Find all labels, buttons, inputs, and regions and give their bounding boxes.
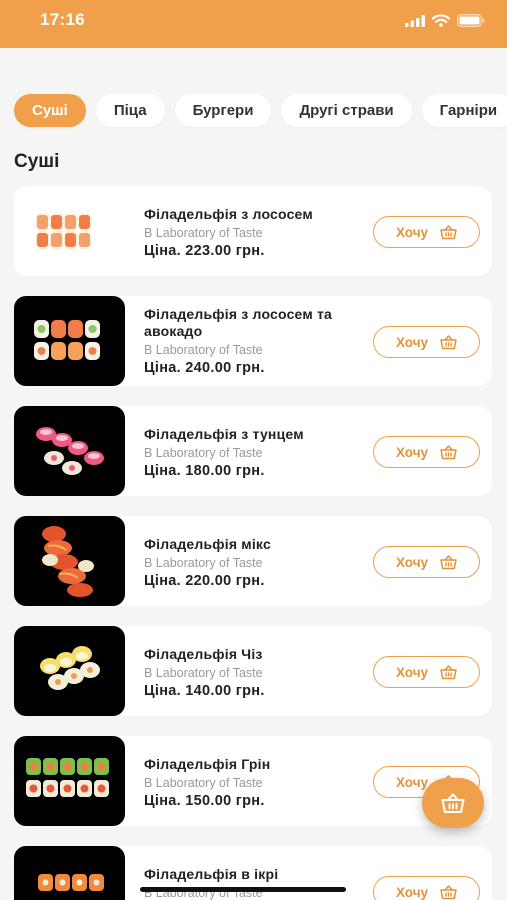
product-info: Філадельфія з тунцем B Laboratory of Tas… [144,426,374,479]
product-vendor: B Laboratory of Taste [144,556,263,570]
battery-icon [457,14,485,27]
product-info: Філадельфія Грін B Laboratory of Taste Ц… [144,756,374,809]
basket-icon [440,664,457,679]
tab-pizza[interactable]: Піца [95,94,165,127]
product-name: Філадельфія в ікрі [144,866,279,882]
tab-sushi[interactable]: Суші [14,94,86,127]
product-price: Ціна. 220.00 грн. [144,573,265,589]
tab-burgers[interactable]: Бургери [174,94,272,127]
product-price: Ціна. 223.00 грн. [144,243,265,259]
wifi-icon [432,14,450,27]
want-button[interactable]: Хочу [373,656,480,688]
product-price: Ціна. 150.00 грн. [144,793,265,809]
product-vendor: B Laboratory of Taste [144,666,263,680]
product-image [14,626,125,716]
product-name: Філадельфія мікс [144,536,271,552]
product-image [14,406,125,496]
product-card[interactable]: Філадельфія з тунцем B Laboratory of Tas… [14,406,492,496]
product-name: Філадельфія Чіз [144,646,263,662]
tab-main-dishes[interactable]: Другі страви [281,94,412,127]
want-button-label: Хочу [395,444,429,460]
section-title: Суші [14,151,60,172]
product-info: Філадельфія з лососем та авокадо B Labor… [144,306,374,376]
status-icons [405,14,485,27]
basket-icon [440,444,457,459]
product-vendor: B Laboratory of Taste [144,343,263,357]
product-name: Філадельфія Грін [144,756,271,772]
want-button-label: Хочу [395,334,429,350]
product-card[interactable]: Філадельфія з лососем B Laboratory of Ta… [14,186,492,276]
want-button-label: Хочу [395,224,429,240]
category-tabs: Суші Піца Бургери Другі страви Гарніри [14,94,507,127]
product-price: Ціна. 240.00 грн. [144,360,265,376]
product-price: Ціна. 140.00 грн. [144,683,265,699]
want-button[interactable]: Хочу [373,216,480,248]
product-image [14,296,125,386]
want-button-label: Хочу [395,774,429,790]
product-price: Ціна. 180.00 грн. [144,463,265,479]
product-name: Філадельфія з лососем [144,206,313,222]
want-button[interactable]: Хочу [373,546,480,578]
product-vendor: B Laboratory of Taste [144,446,263,460]
product-info: Філадельфія в ікрі B Laboratory of Taste [144,866,374,900]
signal-icon [405,14,425,27]
cart-fab-button[interactable] [422,778,484,828]
product-name: Філадельфія з тунцем [144,426,304,442]
cart-icon [441,792,465,813]
product-card[interactable]: Філадельфія Чіз B Laboratory of Taste Ці… [14,626,492,716]
want-button[interactable]: Хочу [373,326,480,358]
product-vendor: B Laboratory of Taste [144,226,263,240]
product-image [14,186,125,276]
menu-screen: Суші Піца Бургери Другі страви Гарніри С… [0,48,507,900]
basket-icon [440,334,457,349]
home-indicator [140,887,346,892]
product-info: Філадельфія з лососем B Laboratory of Ta… [144,206,374,259]
status-time: 17:16 [40,10,85,29]
product-card[interactable]: Філадельфія з лососем та авокадо B Labor… [14,296,492,386]
basket-icon [440,554,457,569]
product-image [14,736,125,826]
product-image [14,516,125,606]
want-button[interactable]: Хочу [373,876,480,900]
want-button[interactable]: Хочу [373,436,480,468]
product-info: Філадельфія Чіз B Laboratory of Taste Ці… [144,646,374,699]
want-button-label: Хочу [395,884,429,900]
product-card[interactable]: Філадельфія мікс B Laboratory of Taste Ц… [14,516,492,606]
basket-icon [440,224,457,239]
tab-side-dishes[interactable]: Гарніри [421,94,507,127]
product-name: Філадельфія з лососем та авокадо [144,306,333,339]
basket-icon [440,884,457,899]
status-bar: 17:16 [0,0,507,48]
product-vendor: B Laboratory of Taste [144,776,263,790]
want-button-label: Хочу [395,554,429,570]
product-card[interactable]: Філадельфія Грін B Laboratory of Taste Ц… [14,736,492,826]
product-image [14,846,125,900]
product-info: Філадельфія мікс B Laboratory of Taste Ц… [144,536,374,589]
want-button-label: Хочу [395,664,429,680]
